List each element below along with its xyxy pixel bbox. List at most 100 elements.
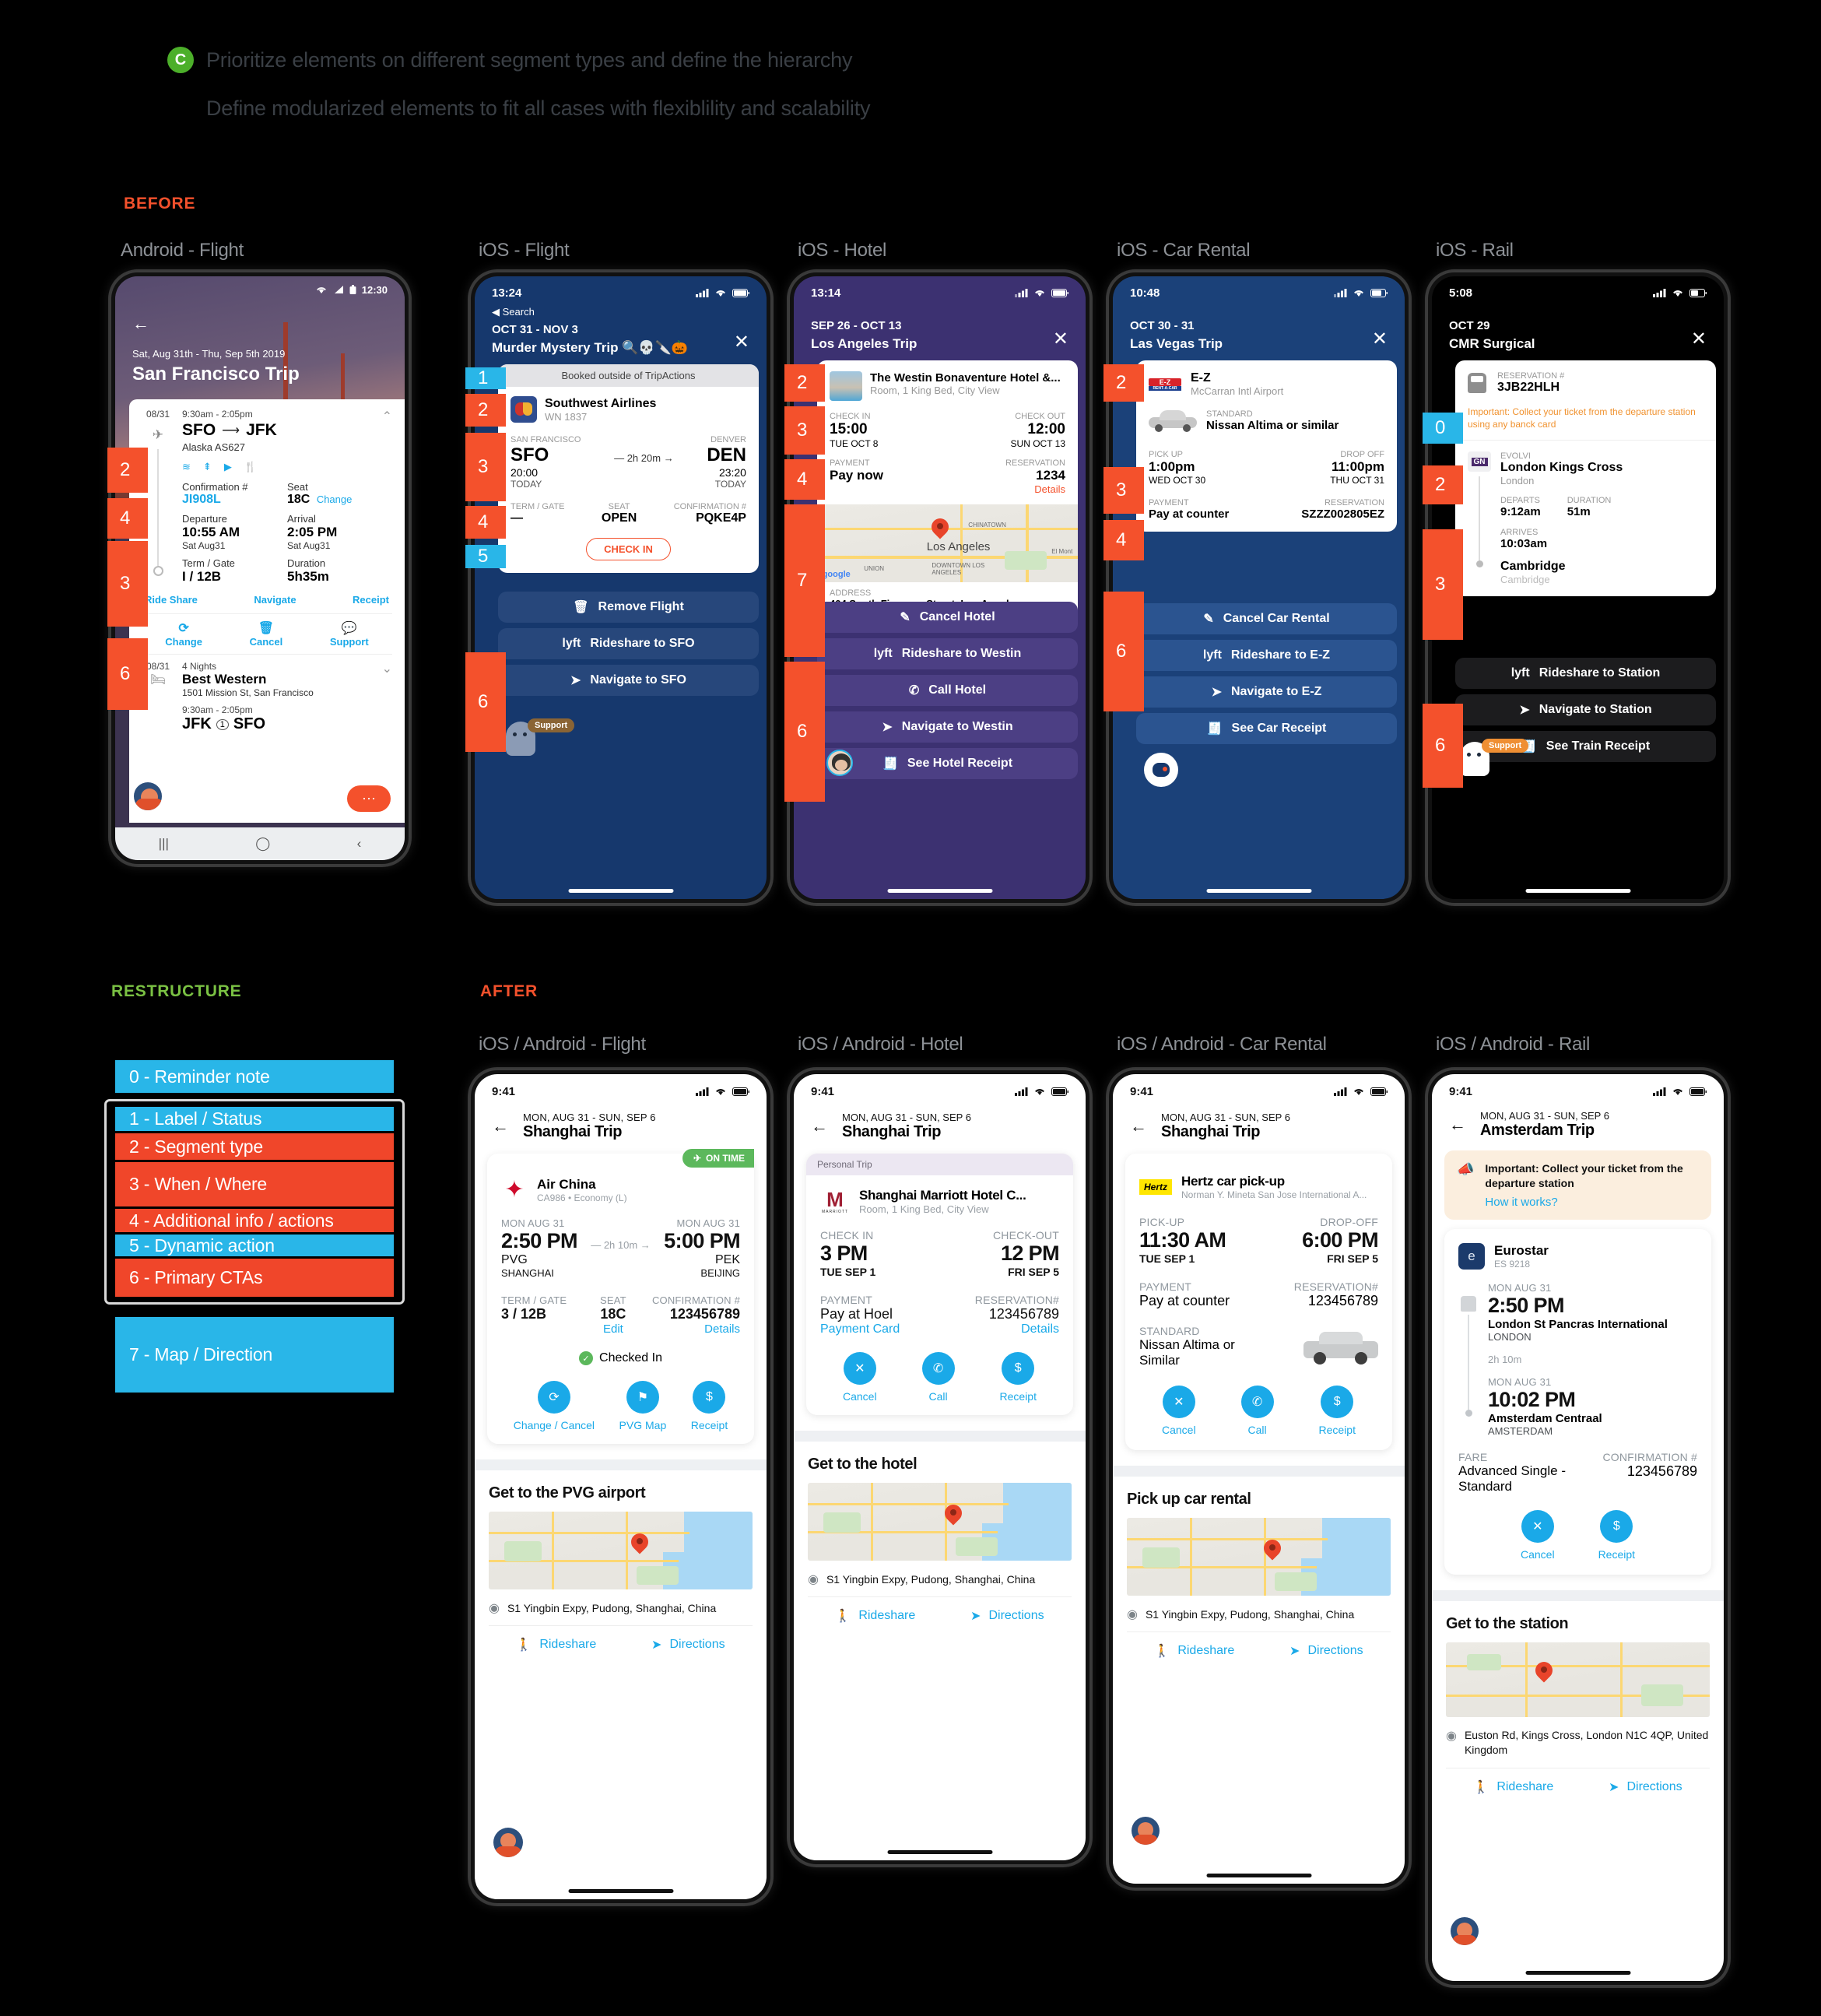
cta-cancel-hotel[interactable]: ✎ Cancel Hotel <box>817 602 1078 633</box>
seat-label: Seat <box>287 481 308 493</box>
cta-navigate-ez[interactable]: ➤ Navigate to E-Z <box>1136 676 1397 708</box>
title-ios-rail: iOS - Rail <box>1436 240 1514 261</box>
link-rideshare[interactable]: 🚶 Rideshare <box>835 1608 915 1624</box>
nav-recents-icon[interactable]: ||| <box>159 836 169 852</box>
flight-duration: — 2h 10m → <box>591 1239 651 1251</box>
chip-4-ioscar: 4 <box>1103 520 1144 560</box>
cta-rideshare-station[interactable]: lyft Rideshare to Station <box>1455 658 1716 689</box>
close-icon[interactable]: ✕ <box>1372 328 1388 350</box>
expand-chevron-icon[interactable]: ⌄ <box>382 661 392 698</box>
reservation-details-link[interactable]: Details <box>1005 483 1065 495</box>
confirmation-value: 123456789 <box>1626 1463 1697 1479</box>
seat-change-link[interactable]: Change <box>317 493 353 505</box>
receipt-icon: $ <box>1600 1509 1633 1543</box>
support-ghost-icon[interactable]: Support <box>1460 739 1529 776</box>
payment-value: Pay at counter <box>1139 1293 1230 1308</box>
cta-see-hotel-receipt[interactable]: 🧾 See Hotel Receipt <box>817 748 1078 779</box>
nav-home-icon[interactable]: ◯ <box>255 836 270 852</box>
action-support[interactable]: 💬 Support <box>330 620 369 648</box>
home-indicator <box>1206 889 1311 893</box>
location-map[interactable] <box>808 1483 1072 1561</box>
location-map[interactable] <box>489 1512 753 1589</box>
support-avatar[interactable] <box>1132 1817 1160 1845</box>
battery-icon <box>1689 288 1707 297</box>
back-arrow-icon[interactable]: ← <box>1130 1116 1147 1136</box>
confirmation-details-link[interactable]: Details <box>651 1322 740 1336</box>
cta-pvg-map[interactable]: ⚑ PVG Map <box>619 1381 666 1431</box>
cta-receipt[interactable]: $ Receipt <box>1000 1352 1037 1403</box>
back-arrow-icon[interactable]: ← <box>492 1116 509 1136</box>
payment-card-link[interactable]: Payment Card <box>820 1322 900 1336</box>
reservation-value: 1234 <box>1036 468 1065 483</box>
fab-more-button[interactable]: ⋯ <box>347 785 391 812</box>
cta-rideshare-sfo[interactable]: lyft Rideshare to SFO <box>498 628 759 659</box>
departure-code: PVG <box>501 1253 528 1266</box>
trip-title: Shanghai Trip <box>1161 1123 1261 1140</box>
cta-receipt[interactable]: $ Receipt <box>1598 1509 1635 1561</box>
hotel-map[interactable]: CHINATOWN Los Angeles DOWNTOWN LOS ANGEL… <box>817 504 1078 582</box>
action-change[interactable]: ⟳ Change <box>165 620 202 648</box>
cta-cancel[interactable]: ✕ Cancel <box>843 1352 877 1403</box>
back-to-search[interactable]: ◀ Search <box>492 306 535 318</box>
cta-call[interactable]: ✆ Call <box>921 1352 955 1403</box>
link-directions[interactable]: ➤ Directions <box>651 1637 725 1652</box>
link-receipt[interactable]: Receipt <box>353 594 389 606</box>
cta-rideshare-ez[interactable]: lyft Rideshare to E-Z <box>1136 640 1397 671</box>
support-avatar[interactable] <box>826 750 853 776</box>
seat-edit-link[interactable]: Edit <box>576 1322 651 1336</box>
cta-receipt[interactable]: $ Receipt <box>1319 1386 1356 1436</box>
cta-cancel-car-rental[interactable]: ✎ Cancel Car Rental <box>1136 603 1397 634</box>
link-rideshare[interactable]: 🚶 Rideshare <box>516 1637 596 1652</box>
cta-call-hotel[interactable]: ✆ Call Hotel <box>817 675 1078 706</box>
support-avatar[interactable] <box>493 1828 523 1857</box>
back-arrow-icon[interactable]: ← <box>132 314 149 334</box>
cta-navigate-sfo[interactable]: ➤ Navigate to SFO <box>498 665 759 696</box>
back-arrow-icon[interactable]: ← <box>1449 1115 1466 1135</box>
reservation-details-link[interactable]: Details <box>975 1322 1059 1336</box>
back-arrow-icon[interactable]: ← <box>811 1116 828 1136</box>
support-chat-bubble-icon[interactable] <box>1144 753 1178 787</box>
cta-cancel[interactable]: ✕ Cancel <box>1521 1509 1555 1561</box>
rail-duration: 2h 10m <box>1488 1353 1522 1365</box>
notice-link[interactable]: How it works? <box>1485 1196 1699 1209</box>
cta-see-car-receipt[interactable]: 🧾 See Car Receipt <box>1136 713 1397 744</box>
support-avatar[interactable] <box>1451 1917 1479 1945</box>
nav-back-icon[interactable]: ‹ <box>357 836 362 852</box>
link-rideshare[interactable]: 🚶 Rideshare <box>1473 1779 1553 1795</box>
chip-4-ioshotel: 4 <box>784 459 825 500</box>
from-code: SFO <box>511 444 549 465</box>
trip-dates: OCT 30 - 31 <box>1130 319 1195 332</box>
to-city: DENVER <box>711 435 746 444</box>
flight-card: ✈ ON TIME ✦ Air China CA986 • Economy (L)… <box>487 1149 754 1444</box>
cta-remove-flight[interactable]: 🗑 Remove Flight <box>498 592 759 623</box>
close-icon[interactable]: ✕ <box>734 331 749 353</box>
close-icon[interactable]: ✕ <box>1053 328 1068 350</box>
support-ghost-icon[interactable]: Support <box>506 718 575 756</box>
cta-receipt[interactable]: $ Receipt <box>691 1381 728 1431</box>
link-navigate[interactable]: Navigate <box>254 594 296 606</box>
cta-cancel[interactable]: ✕ Cancel <box>1162 1386 1196 1436</box>
legend-item-4: 4 - Additional info / actions <box>115 1209 394 1232</box>
location-map[interactable] <box>1127 1518 1391 1596</box>
link-ride-share[interactable]: Ride Share <box>145 594 198 606</box>
cta-call[interactable]: ✆ Call <box>1240 1386 1274 1436</box>
action-cancel[interactable]: 🗑 Cancel <box>250 620 283 648</box>
check-in-button[interactable]: CHECK IN <box>586 538 671 560</box>
link-directions[interactable]: ➤ Directions <box>970 1608 1044 1624</box>
checkout-time: 12:00 <box>1027 421 1065 437</box>
close-icon[interactable]: ✕ <box>1691 328 1707 350</box>
location-map[interactable] <box>1446 1642 1710 1717</box>
departure-station: London St Pancras International <box>1488 1317 1668 1331</box>
cta-rideshare-westin[interactable]: lyft Rideshare to Westin <box>817 638 1078 669</box>
navigate-icon: ➤ <box>570 674 581 687</box>
cta-change-cancel[interactable]: ⟳ Change / Cancel <box>514 1381 595 1431</box>
link-rideshare[interactable]: 🚶 Rideshare <box>1154 1643 1234 1659</box>
cta-navigate-station[interactable]: ➤ Navigate to Station <box>1455 694 1716 725</box>
link-directions[interactable]: ➤ Directions <box>1609 1779 1682 1795</box>
link-directions[interactable]: ➤ Directions <box>1289 1643 1363 1659</box>
cellular-icon <box>1653 1087 1666 1096</box>
support-avatar[interactable] <box>132 781 163 812</box>
confirmation-value[interactable]: JI908L <box>182 493 287 507</box>
collapse-chevron-icon[interactable]: ⌃ <box>382 409 392 424</box>
cta-navigate-westin[interactable]: ➤ Navigate to Westin <box>817 711 1078 743</box>
